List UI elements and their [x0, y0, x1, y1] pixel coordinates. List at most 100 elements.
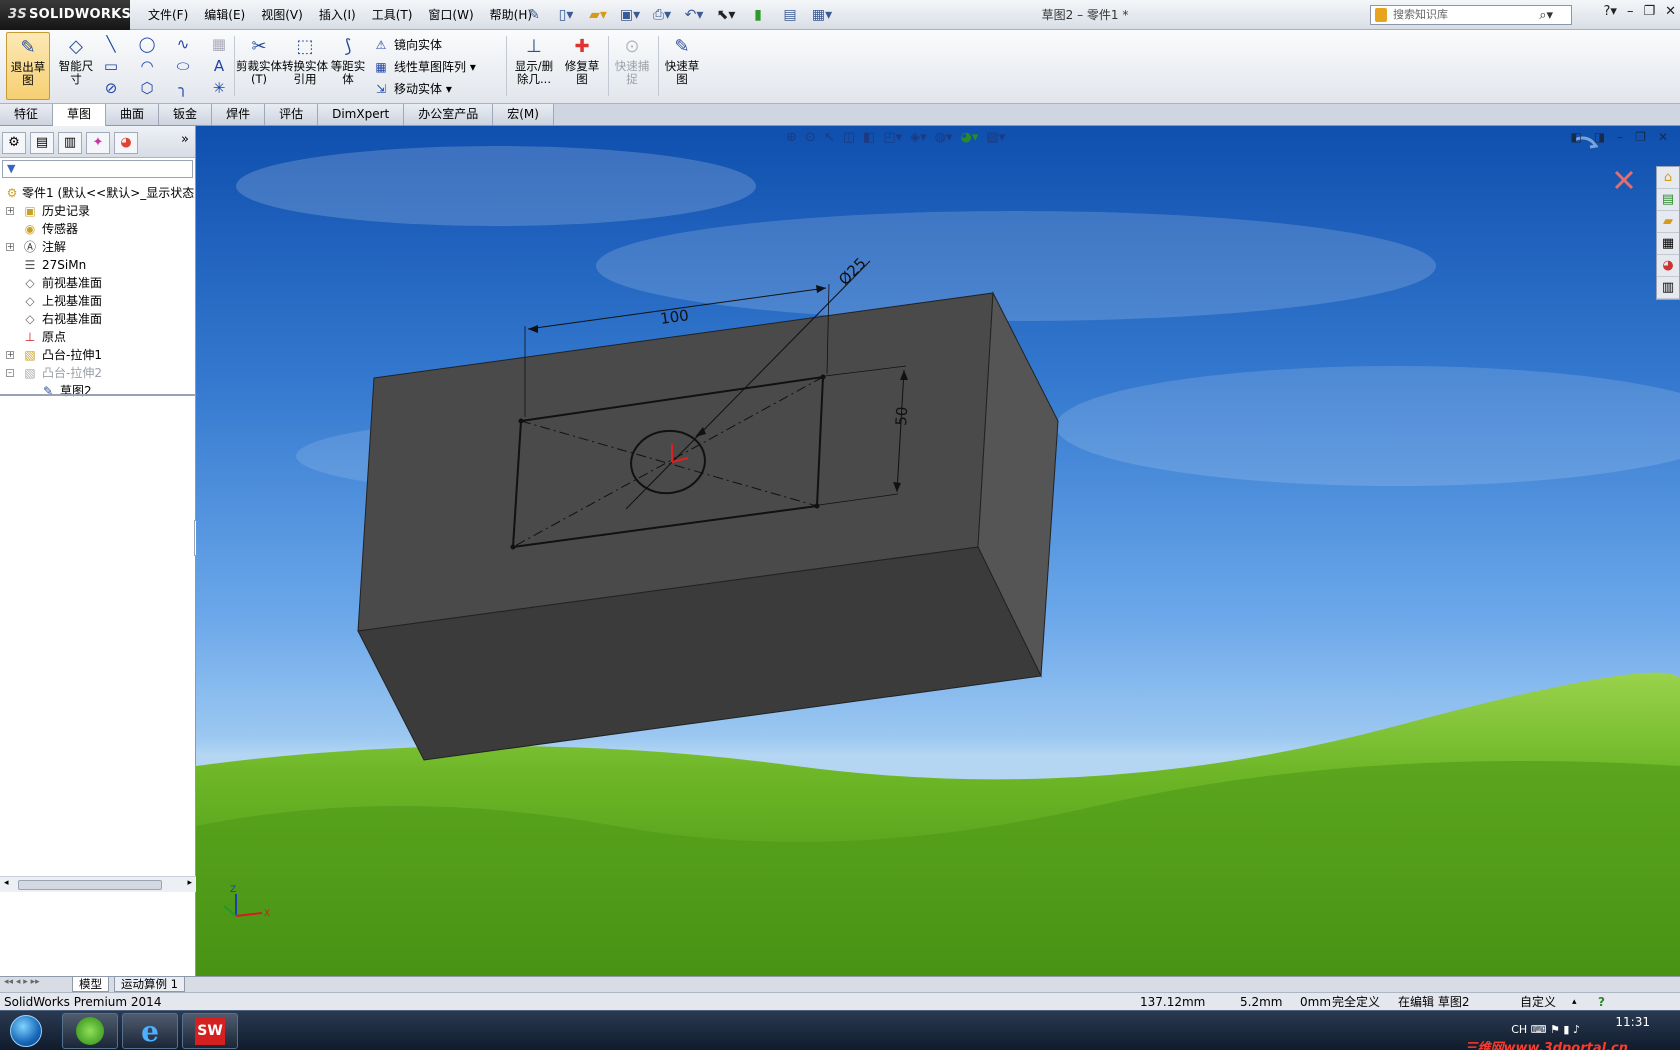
spline-icon[interactable]: ∿ [172, 34, 194, 54]
polygon-icon[interactable]: ⬡ [136, 78, 158, 98]
graphics-area[interactable]: 100 50 Ø25 Z X ⊕ ⊙ ↖ ◫ ◧ ◰▾ ◈▾ ◍▾ ◕▾ ▨▾ … [196, 126, 1680, 976]
exit-sketch-button[interactable]: ✎ 退出草图 [6, 32, 50, 100]
keyboard-icon[interactable]: ⌨ [1531, 1023, 1547, 1036]
apply-scene-icon[interactable]: ▨▾ [986, 130, 1005, 145]
expand-icon[interactable]: + [6, 207, 14, 215]
menu-tools[interactable]: 工具(T) [364, 0, 421, 30]
tree-item-material[interactable]: ☰ 27SiMn [0, 256, 195, 274]
previous-window-icon[interactable]: ◧ [1570, 130, 1581, 144]
display-manager-tab-icon[interactable]: ◕ [114, 132, 138, 154]
collapse-icon[interactable]: – [6, 369, 14, 377]
print-icon[interactable]: ⎙▾ [648, 4, 676, 26]
tree-item-top-plane[interactable]: ◇ 上视基准面 [0, 292, 195, 310]
tab-features[interactable]: 特征 [0, 104, 54, 125]
scroll-left-icon[interactable]: ◂ [4, 878, 9, 888]
close-icon[interactable]: ✕ [1665, 4, 1676, 19]
undo-icon[interactable]: ↶▾ [680, 4, 708, 26]
confirmation-corner[interactable] [1573, 136, 1634, 190]
hide-show-items-icon[interactable]: ◍▾ [935, 130, 953, 145]
menu-window[interactable]: 窗口(W) [420, 0, 481, 30]
tree-item-boss-extrude2[interactable]: – ▧ 凸台-拉伸2 [0, 364, 195, 382]
close-icon[interactable]: ✕ [1658, 130, 1668, 144]
dimension-label-100[interactable]: 100 [659, 306, 690, 328]
tab-motion-study-1[interactable]: 运动算例 1 [114, 977, 185, 992]
view-orientation-icon[interactable]: ◰▾ [883, 130, 902, 145]
restore-icon[interactable]: ❐ [1643, 4, 1655, 19]
volume-icon[interactable]: ♪ [1573, 1023, 1580, 1036]
file-properties-icon[interactable]: ▤ [776, 4, 804, 26]
restore-icon[interactable]: ❐ [1635, 130, 1646, 144]
zoom-to-fit-icon[interactable]: ⊕ [786, 130, 797, 145]
select-arrow-icon[interactable]: ⬉▾ [712, 4, 740, 26]
linear-pattern-button[interactable]: ▦ 线性草图阵列 ▾ [372, 56, 476, 78]
convert-entities-button[interactable]: ⬚ 转换实体引用 [282, 32, 328, 100]
tree-item-boss-extrude1[interactable]: + ▧ 凸台-拉伸1 [0, 346, 195, 364]
display-delete-relations-button[interactable]: ⊥ 显示/删除几... [510, 32, 558, 100]
scrollbar-thumb[interactable] [18, 880, 162, 890]
sketch-point[interactable] [518, 418, 524, 424]
taskbar-app-solidworks[interactable]: SW [182, 1013, 238, 1049]
network-icon[interactable]: ▮ [1563, 1023, 1569, 1036]
tree-item-sensors[interactable]: ◉ 传感器 [0, 220, 195, 238]
zoom-area-icon[interactable]: ⊙ [805, 130, 816, 145]
tree-item-front-plane[interactable]: ◇ 前视基准面 [0, 274, 195, 292]
rebuild-icon[interactable]: ▮ [744, 4, 772, 26]
new-document-icon[interactable]: ▯▾ [552, 4, 580, 26]
quick-snaps-button[interactable]: ⊙ 快速捕捉 [610, 32, 654, 100]
tree-root-part[interactable]: ⚙ 零件1 (默认<<默认>_显示状态 [0, 184, 195, 202]
solidworks-resources-icon[interactable]: ⌂ [1657, 167, 1679, 189]
system-clock[interactable]: 11:31 [1615, 1015, 1650, 1030]
expand-panel-icon[interactable]: » [181, 132, 189, 147]
sketch-point[interactable] [820, 374, 826, 380]
unit-system-selector[interactable]: 自定义 [1520, 993, 1556, 1011]
search-knowledge-base-input[interactable]: 搜索知识库 ⌕▾ [1370, 5, 1572, 25]
sketch-point[interactable] [510, 544, 516, 550]
display-style-icon[interactable]: ◈▾ [910, 130, 927, 145]
scroll-right-icon[interactable]: ▸ [187, 878, 192, 888]
point-icon[interactable]: ✳ [208, 78, 230, 98]
solidworks-logo[interactable]: 3S SOLIDWORKS [0, 0, 131, 30]
tab-macro[interactable]: 宏(M) [493, 104, 554, 125]
taskbar-app-360[interactable] [62, 1013, 118, 1049]
menu-edit[interactable]: 编辑(E) [196, 0, 253, 30]
expand-icon[interactable]: + [6, 351, 14, 359]
fillet-icon[interactable]: ╮ [172, 78, 194, 98]
part-model[interactable] [357, 291, 1059, 761]
circle-icon[interactable]: ◯ [136, 34, 158, 54]
flag-icon[interactable]: ⚑ [1550, 1023, 1560, 1036]
tab-weldments[interactable]: 焊件 [212, 104, 266, 125]
dynamic-annotation-icon[interactable]: ◧ [863, 130, 875, 145]
options-icon[interactable]: ▦▾ [808, 4, 836, 26]
view-palette-icon[interactable]: ▦ [1657, 233, 1679, 255]
search-icon[interactable]: ⌕▾ [1539, 7, 1553, 25]
start-button[interactable] [4, 1013, 48, 1049]
minimize-icon[interactable]: – [1627, 4, 1634, 19]
tree-item-origin[interactable]: ⊥ 原点 [0, 328, 195, 346]
custom-properties-icon[interactable]: ▥ [1657, 277, 1679, 299]
grid-icon[interactable]: ▦ [208, 34, 230, 54]
tab-dimxpert[interactable]: DimXpert [318, 104, 405, 125]
tab-sketch[interactable]: 草图 [53, 104, 107, 127]
help-icon[interactable]: ?▾ [1604, 4, 1617, 19]
rapid-sketch-button[interactable]: ✎ 快速草图 [660, 32, 704, 100]
appearances-icon[interactable]: ◕ [1657, 255, 1679, 277]
tab-sheet-metal[interactable]: 钣金 [159, 104, 213, 125]
repair-sketch-button[interactable]: ✚ 修复草图 [560, 32, 604, 100]
unit-system-dropdown-icon[interactable]: ▴ [1572, 993, 1577, 1011]
arc-icon[interactable]: ◠ [136, 56, 158, 76]
horizontal-scrollbar[interactable]: ◂ ▸ [0, 876, 196, 892]
offset-entities-button[interactable]: ⟆ 等距实体 [328, 32, 368, 100]
taskbar-app-ie[interactable]: e [122, 1013, 178, 1049]
tab-office-products[interactable]: 办公室产品 [404, 104, 494, 125]
mirror-entities-button[interactable]: ⚠ 镜向实体 [372, 34, 442, 56]
tree-item-annotations[interactable]: + Ⓐ 注解 [0, 238, 195, 256]
file-explorer-icon[interactable]: ▰ [1657, 211, 1679, 233]
previous-view-icon[interactable]: ↖ [824, 130, 835, 145]
ellipse-icon[interactable]: ⬭ [172, 56, 194, 76]
edit-appearance-icon[interactable]: ◕▾ [961, 130, 979, 145]
open-folder-icon[interactable]: ▰▾ [584, 4, 612, 26]
expand-icon[interactable]: + [6, 243, 14, 251]
property-manager-tab-icon[interactable]: ▤ [30, 132, 54, 154]
trim-entities-button[interactable]: ✂ 剪裁实体(T) [236, 32, 282, 100]
tab-surfaces[interactable]: 曲面 [106, 104, 160, 125]
